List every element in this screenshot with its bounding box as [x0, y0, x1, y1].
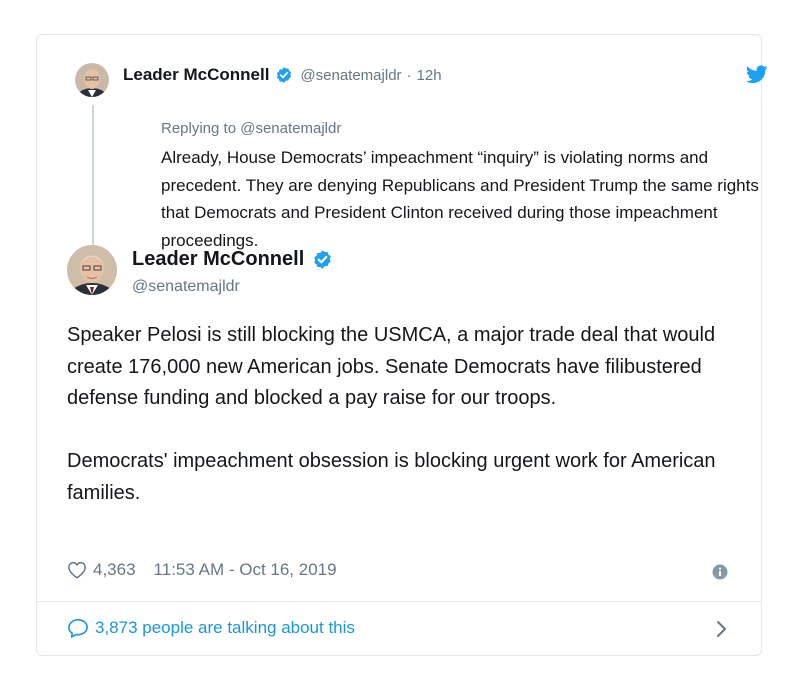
parent-tweet-age[interactable]: 12h	[417, 67, 442, 84]
replying-to-label: Replying to	[161, 120, 237, 137]
parent-avatar[interactable]	[75, 63, 109, 97]
chevron-right-icon[interactable]	[715, 620, 727, 638]
embedded-tweet-card: Leader McConnell @senatemajldr · 12h Rep…	[36, 34, 768, 656]
parent-author-handle[interactable]: @senatemajldr	[300, 67, 401, 84]
verified-badge-icon	[277, 67, 292, 83]
replying-to-line: Replying to @senatemajldr	[161, 120, 341, 137]
parent-tweet-text: Already, House Democrats’ impeachment “i…	[161, 148, 759, 250]
tweet-timestamp[interactable]: 11:53 AM - Oct 16, 2019	[154, 560, 337, 580]
conversation-link[interactable]: 3,873 people are talking about this	[67, 618, 355, 638]
tweet-paragraph: Democrats' impeachment obsession is bloc…	[67, 450, 716, 504]
main-tweet-text: Speaker Pelosi is still blocking the USM…	[67, 320, 737, 509]
replying-to-handle[interactable]: @senatemajldr	[240, 120, 341, 137]
main-avatar[interactable]	[67, 245, 117, 295]
tweet-meta-row: 4,363 11:53 AM - Oct 16, 2019	[67, 560, 337, 580]
speech-bubble-icon	[68, 619, 88, 638]
thread-connector-line	[92, 105, 94, 255]
info-icon[interactable]	[712, 564, 728, 580]
main-author-row: Leader McConnell	[132, 248, 333, 271]
like-count[interactable]: 4,363	[93, 560, 136, 580]
verified-badge-icon	[314, 250, 331, 269]
footer-divider	[37, 601, 761, 602]
meta-separator: ·	[406, 66, 412, 84]
conversation-count-text[interactable]: 3,873 people are talking about this	[95, 618, 355, 638]
parent-author-name[interactable]: Leader McConnell	[123, 65, 269, 85]
main-author-handle[interactable]: @senatemajldr	[132, 278, 240, 296]
parent-tweet-header: Leader McConnell @senatemajldr · 12h	[123, 65, 442, 85]
tweet-paragraph: Speaker Pelosi is still blocking the USM…	[67, 324, 716, 409]
heart-icon[interactable]	[67, 561, 87, 579]
twitter-bird-icon[interactable]	[746, 65, 768, 84]
main-author-name[interactable]: Leader McConnell	[132, 248, 304, 271]
